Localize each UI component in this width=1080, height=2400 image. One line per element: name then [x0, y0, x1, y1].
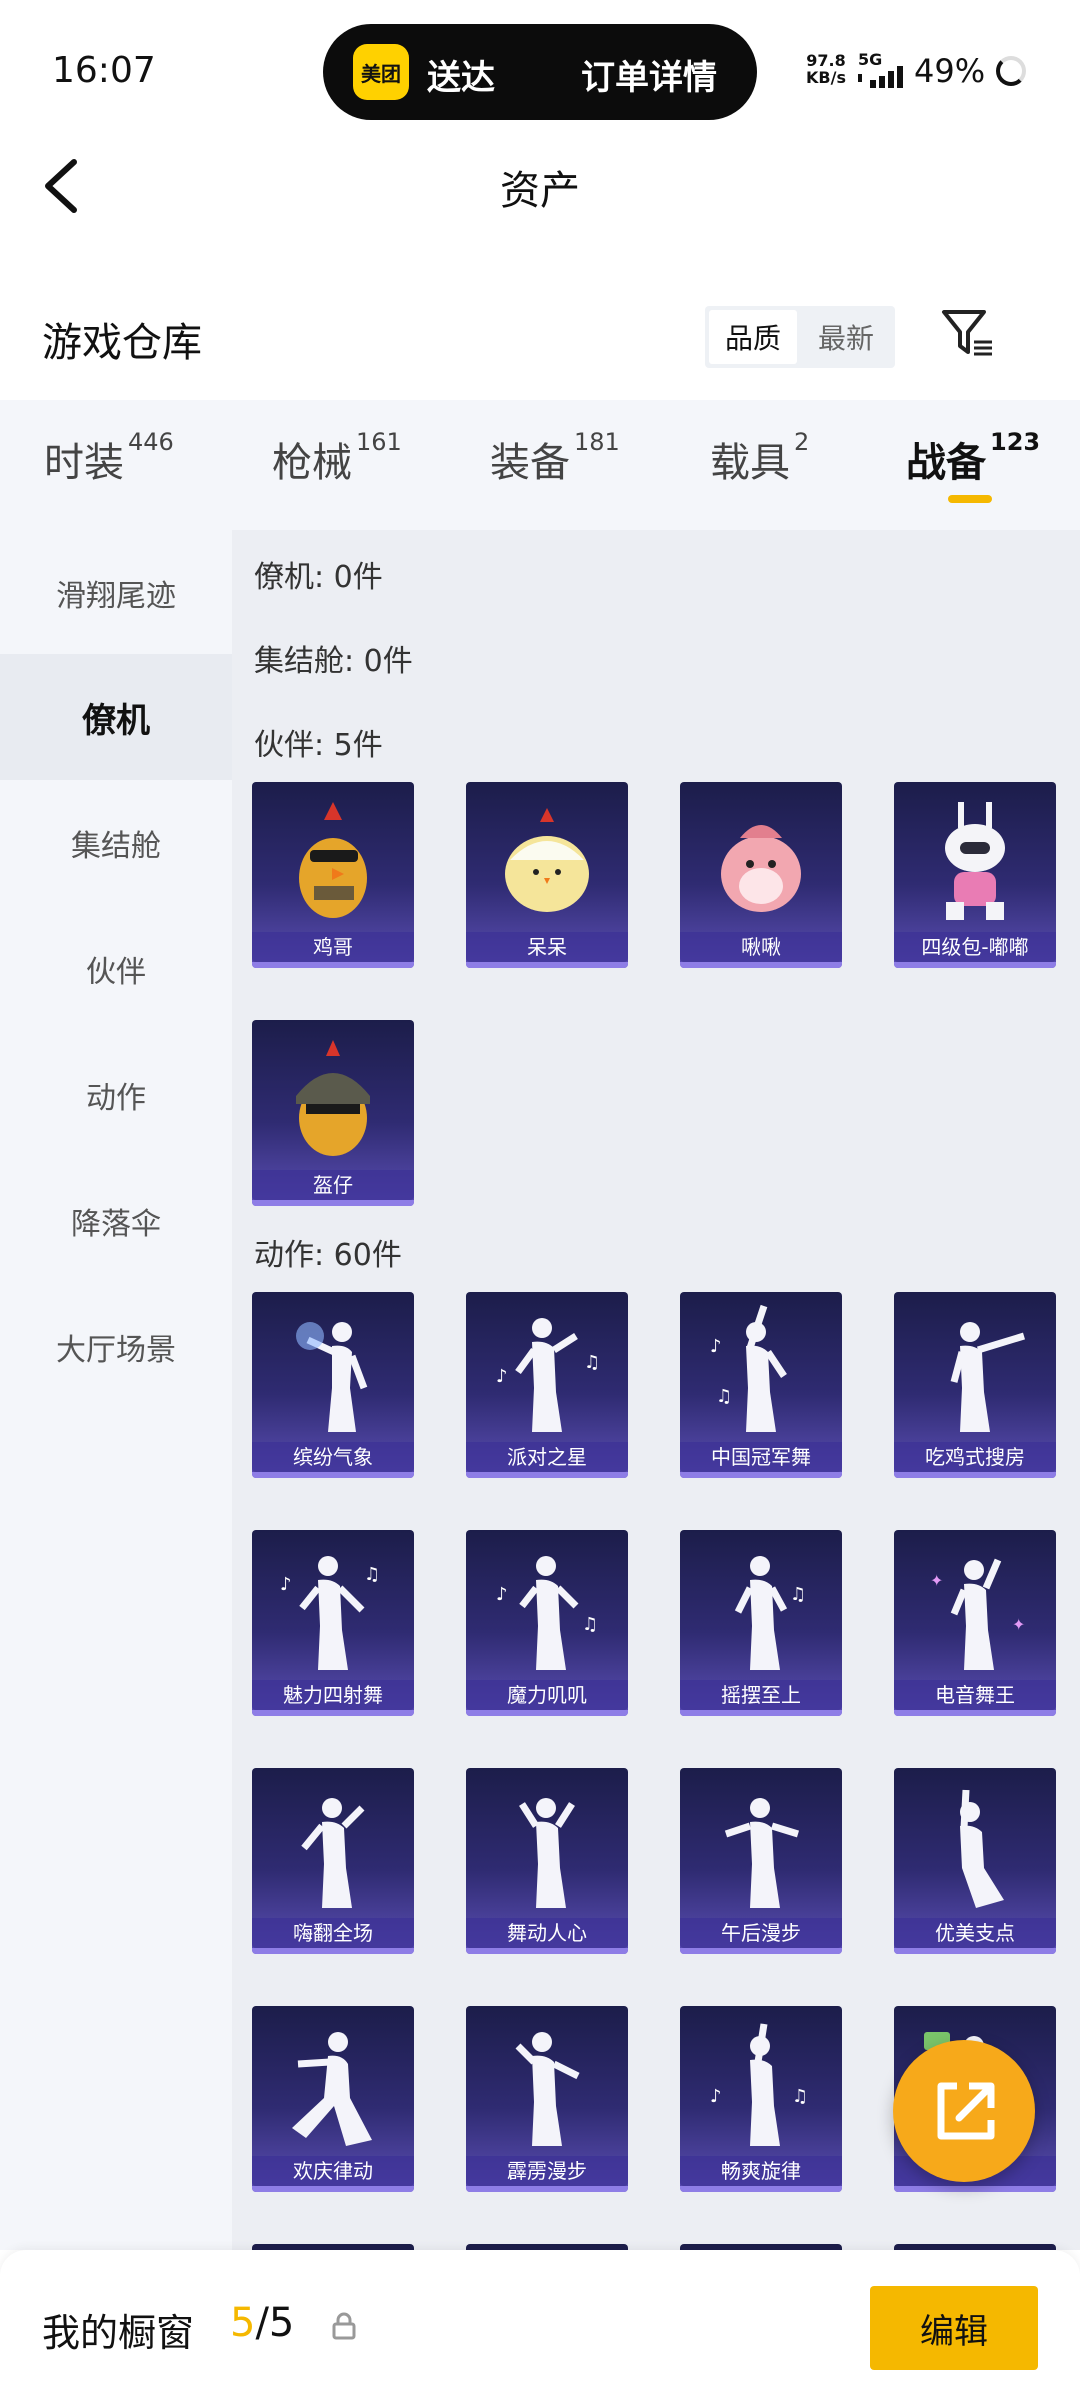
sort-by-quality-button[interactable]: 品质 — [709, 310, 797, 364]
meituan-logo: 美团 — [353, 44, 409, 100]
dancer-icon: ♪♫ — [496, 1318, 600, 1432]
page-title: 资产 — [500, 168, 580, 214]
companion-card[interactable]: 鸡哥 — [252, 782, 414, 968]
dancer-icon: ♪♫ — [710, 2023, 808, 2146]
sidebar-item-glide-trail[interactable]: 滑翔尾迹 — [0, 530, 232, 656]
dancer-icon: ♫ — [734, 1556, 806, 1670]
group-title-emote: 动作: 60件 — [254, 1238, 402, 1273]
battery-icon — [996, 56, 1026, 86]
edit-button[interactable]: 编辑 — [870, 2286, 1038, 2370]
filter-icon[interactable] — [940, 306, 996, 362]
dancer-icon — [724, 1798, 800, 1908]
tab-vehicles[interactable]: 载具 2 — [710, 428, 809, 488]
dancer-icon — [950, 1322, 1026, 1432]
emote-card[interactable]: 舞动人心 — [466, 1768, 628, 1954]
companion-card[interactable]: 啾啾 — [680, 782, 842, 968]
emote-card[interactable]: 嗨翻全场 — [252, 1768, 414, 1954]
svg-text:♪: ♪ — [280, 1574, 292, 1595]
svg-text:♫: ♫ — [364, 1564, 380, 1585]
dancer-icon — [301, 1798, 365, 1908]
battery-level: 49% — [914, 52, 986, 90]
dancer-icon — [296, 1322, 368, 1432]
sidebar: 滑翔尾迹 僚机 集结舱 伙伴 动作 降落伞 大厅场景 — [0, 530, 232, 2250]
companion-card[interactable]: 呆呆 — [466, 782, 628, 968]
showcase-label: 我的橱窗 — [42, 2311, 195, 2355]
tab-fashion[interactable]: 时装 446 — [44, 428, 174, 488]
island-order-detail[interactable]: 订单详情 — [581, 50, 717, 99]
svg-text:♪: ♪ — [710, 2086, 722, 2107]
status-bar: 16:07 美团 送达 订单详情 97.8 KB/s 5G 49% — [0, 0, 1080, 140]
emote-card[interactable]: ♪ ♫ 派对之星 — [466, 1292, 628, 1478]
emote-card[interactable]: ✦ ✦ 电音舞王 — [894, 1530, 1056, 1716]
emote-card[interactable]: ♪ ♫ 中国冠军舞 — [680, 1292, 842, 1478]
group-title-assembly-pod: 集结舱: 0件 — [254, 644, 413, 679]
share-external-icon — [937, 2082, 995, 2140]
svg-text:✦: ✦ — [1012, 1615, 1025, 1634]
dynamic-island[interactable]: 美团 送达 订单详情 — [323, 24, 757, 120]
sidebar-item-parachute[interactable]: 降落伞 — [0, 1158, 232, 1284]
showcase-count: 5/5 — [230, 2300, 295, 2346]
emote-card[interactable]: 缤纷气象 — [252, 1292, 414, 1478]
emote-card[interactable]: 霹雳漫步 — [466, 2006, 628, 2192]
sidebar-item-companion[interactable]: 伙伴 — [0, 906, 232, 1032]
svg-text:♪: ♪ — [496, 1366, 508, 1387]
svg-text:✦: ✦ — [930, 1571, 943, 1590]
share-button[interactable] — [893, 2040, 1035, 2182]
svg-text:♫: ♫ — [790, 1584, 806, 1605]
svg-text:♫: ♫ — [792, 2086, 808, 2107]
island-status-text: 送达 — [427, 58, 495, 98]
companion-card[interactable]: 盔仔 — [252, 1020, 414, 1206]
dancer-icon: ♪♫ — [710, 1304, 787, 1432]
dancer-icon: ✦✦ — [930, 1558, 1025, 1670]
svg-text:♫: ♫ — [716, 1386, 732, 1407]
sidebar-item-wingman[interactable]: 僚机 — [0, 654, 232, 780]
emote-card[interactable]: ♪ ♫ 魔力叽叽 — [466, 1530, 628, 1716]
emote-card[interactable]: 吃鸡式搜房 — [894, 1292, 1056, 1478]
signal-icon — [858, 66, 903, 88]
group-title-wingman: 僚机: 0件 — [254, 560, 383, 595]
sidebar-item-assembly-pod[interactable]: 集结舱 — [0, 780, 232, 906]
emote-card[interactable]: 午后漫步 — [680, 1768, 842, 1954]
item-grid-area[interactable]: 僚机: 0件 集结舱: 0件 伙伴: 5件 鸡哥 呆呆 啾啾 四级包-嘟嘟 盔仔… — [232, 530, 1080, 2250]
lock-icon — [332, 2312, 356, 2340]
dancer-icon — [960, 1789, 1004, 1908]
active-tab-indicator — [948, 495, 992, 503]
sidebar-item-emote[interactable]: 动作 — [0, 1032, 232, 1158]
group-title-companion: 伙伴: 5件 — [254, 728, 383, 763]
dancer-icon — [519, 1798, 575, 1908]
dancer-icon — [515, 2032, 580, 2146]
sort-by-latest-button[interactable]: 最新 — [801, 310, 891, 364]
emote-card[interactable]: ♫ 摇摆至上 — [680, 1530, 842, 1716]
svg-text:♪: ♪ — [710, 1336, 722, 1357]
emote-card[interactable]: ♪ ♫ 畅爽旋律 — [680, 2006, 842, 2192]
sort-toggle: 品质 最新 — [705, 306, 895, 368]
tab-combat-prep[interactable]: 战备 123 — [906, 428, 1040, 488]
emote-card[interactable]: 优美支点 — [894, 1768, 1056, 1954]
robot-companion-icon — [945, 802, 1005, 920]
emote-card[interactable]: ♪ ♫ 魅力四射舞 — [252, 1530, 414, 1716]
svg-text:♫: ♫ — [584, 1352, 600, 1373]
emote-card[interactable]: 欢庆律动 — [252, 2006, 414, 2192]
chick-egg-icon — [505, 808, 589, 912]
tab-equipment[interactable]: 装备 181 — [490, 428, 620, 488]
dancer-icon — [292, 2032, 372, 2146]
section-title: 游戏仓库 — [42, 320, 202, 366]
helmet-chicken-icon — [296, 1040, 370, 1156]
pink-bird-icon — [721, 825, 801, 912]
network-speed: 97.8 KB/s — [806, 51, 846, 87]
svg-text:♪: ♪ — [496, 1584, 508, 1605]
sidebar-item-lobby-scene[interactable]: 大厅场景 — [0, 1284, 232, 1410]
status-time: 16:07 — [52, 50, 156, 91]
dancer-icon: ♪♫ — [280, 1556, 380, 1670]
svg-text:♫: ♫ — [582, 1614, 598, 1635]
chicken-sunglasses-icon — [299, 802, 367, 918]
tab-weapons[interactable]: 枪械 161 — [272, 428, 402, 488]
companion-card[interactable]: 四级包-嘟嘟 — [894, 782, 1056, 968]
dancer-icon: ♪♫ — [496, 1556, 598, 1670]
